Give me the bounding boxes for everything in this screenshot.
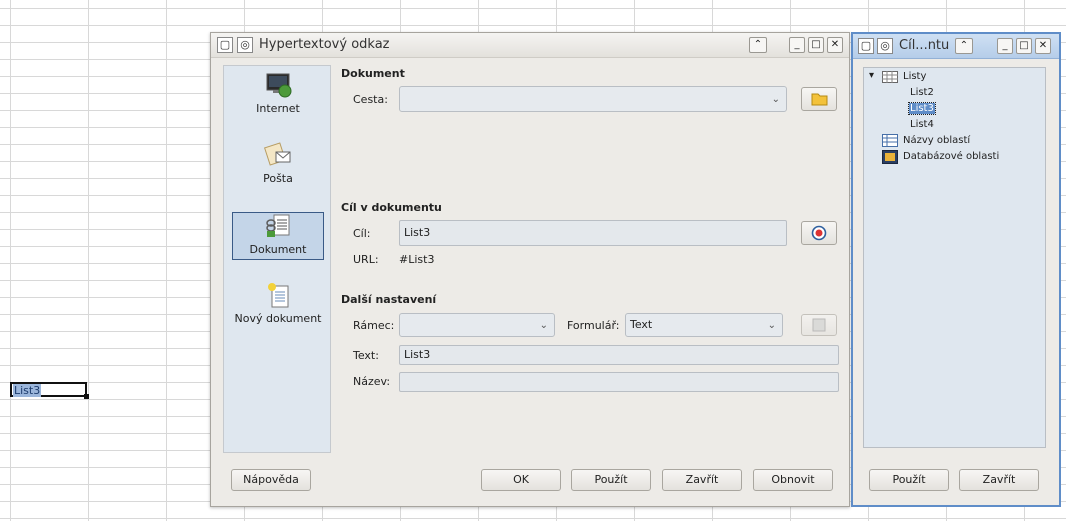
navigator-titlebar[interactable]: ▢ ◎ Cíl...ntu ⌃ _ □ ✕ (853, 34, 1059, 59)
hyperlink-dialog: ▢ ◎ Hypertextový odkaz ⌃ _ □ ✕ Internet … (210, 32, 850, 507)
target-section-title: Cíl v dokumentu (341, 201, 442, 214)
shade-button[interactable]: ⌃ (955, 38, 973, 54)
tree-item-sheet[interactable]: List2 (910, 87, 934, 98)
browse-folder-button[interactable] (801, 87, 837, 111)
internet-icon (266, 73, 292, 98)
ok-button[interactable]: OK (481, 469, 561, 491)
sidebar-item-label: Internet (256, 102, 300, 115)
tree-item-sheet[interactable]: List4 (910, 119, 934, 130)
new-document-icon (268, 283, 289, 308)
expand-arrow-icon[interactable]: ▾ (869, 70, 874, 81)
reset-button[interactable]: Obnovit (753, 469, 833, 491)
target-icon (811, 225, 827, 241)
tree-item-sheets[interactable]: Listy (903, 71, 926, 82)
sidebar-item-label: Pošta (263, 172, 293, 185)
window-menu-icon[interactable]: ▢ (217, 37, 233, 53)
shade-button[interactable]: ⌃ (749, 37, 767, 53)
minimize-button[interactable]: _ (789, 37, 805, 53)
tree-item-range-names[interactable]: Názvy oblastí (903, 135, 970, 146)
path-combobox[interactable]: ⌄ (399, 86, 787, 112)
form-label: Formulář: (567, 319, 620, 332)
pin-icon[interactable]: ◎ (877, 38, 893, 54)
chevron-down-icon[interactable]: ⌄ (772, 89, 780, 111)
document-link-icon (266, 214, 290, 237)
navigator-title: Cíl...ntu (899, 38, 950, 53)
text-label: Text: (353, 349, 379, 362)
target-label: Cíl: (353, 227, 371, 240)
dialog-titlebar[interactable]: ▢ ◎ Hypertextový odkaz ⌃ _ □ ✕ (211, 33, 849, 58)
dialog-title: Hypertextový odkaz (259, 37, 390, 52)
sidebar-item-new-document[interactable]: Nový dokument (232, 282, 324, 330)
close-button[interactable]: Zavřít (662, 469, 742, 491)
pin-icon[interactable]: ◎ (237, 37, 253, 53)
maximize-button[interactable]: □ (1016, 38, 1032, 54)
sidebar-item-internet[interactable]: Internet (232, 72, 324, 120)
sheets-icon (882, 71, 898, 83)
sidebar-item-document[interactable]: Dokument (232, 212, 324, 260)
navigator-apply-button[interactable]: Použít (869, 469, 949, 491)
form-combobox[interactable]: Text ⌄ (625, 313, 783, 337)
mail-icon (264, 142, 291, 166)
document-section-title: Dokument (341, 67, 405, 80)
path-label: Cesta: (353, 93, 388, 106)
url-value: #List3 (399, 253, 435, 266)
selected-cell[interactable]: List3 (10, 382, 89, 399)
maximize-button[interactable]: □ (808, 37, 824, 53)
target-in-document-button[interactable] (801, 221, 837, 245)
url-label: URL: (353, 253, 379, 266)
name-label: Název: (353, 375, 391, 388)
hyperlink-type-sidebar: Internet Pošta Dokument Nový dokument (223, 65, 331, 453)
frame-label: Rámec: (353, 319, 395, 332)
navigator-window: ▢ ◎ Cíl...ntu ⌃ _ □ ✕ ▾ Listy List2 List… (851, 32, 1061, 507)
form-value: Text (630, 318, 653, 331)
window-menu-icon[interactable]: ▢ (858, 38, 874, 54)
folder-icon (811, 93, 828, 106)
text-input[interactable]: List3 (399, 345, 839, 365)
target-input[interactable]: List3 (399, 220, 787, 246)
sidebar-item-label: Nový dokument (234, 312, 322, 325)
database-ranges-icon (882, 150, 898, 164)
navigator-tree[interactable]: ▾ Listy List2 List3 List4 Názvy oblastí … (863, 67, 1046, 448)
close-window-button[interactable]: ✕ (827, 37, 843, 53)
help-button[interactable]: Nápověda (231, 469, 311, 491)
events-button[interactable] (801, 314, 837, 336)
name-input[interactable] (399, 372, 839, 392)
sidebar-item-mail[interactable]: Pošta (232, 142, 324, 190)
chevron-down-icon[interactable]: ⌄ (540, 315, 548, 337)
more-settings-title: Další nastavení (341, 293, 437, 306)
sidebar-item-label: Dokument (249, 243, 307, 256)
chevron-down-icon[interactable]: ⌄ (768, 315, 776, 337)
apply-button[interactable]: Použít (571, 469, 651, 491)
macro-events-icon (812, 318, 826, 332)
tree-item-database-ranges[interactable]: Databázové oblasti (903, 151, 999, 162)
selected-cell-text: List3 (13, 384, 42, 397)
tree-item-sheet-selected[interactable]: List3 (908, 102, 936, 115)
navigator-close-button[interactable]: Zavřít (959, 469, 1039, 491)
fill-handle[interactable] (84, 394, 89, 399)
range-names-icon (882, 134, 898, 147)
frame-combobox[interactable]: ⌄ (399, 313, 555, 337)
close-window-button[interactable]: ✕ (1035, 38, 1051, 54)
minimize-button[interactable]: _ (997, 38, 1013, 54)
